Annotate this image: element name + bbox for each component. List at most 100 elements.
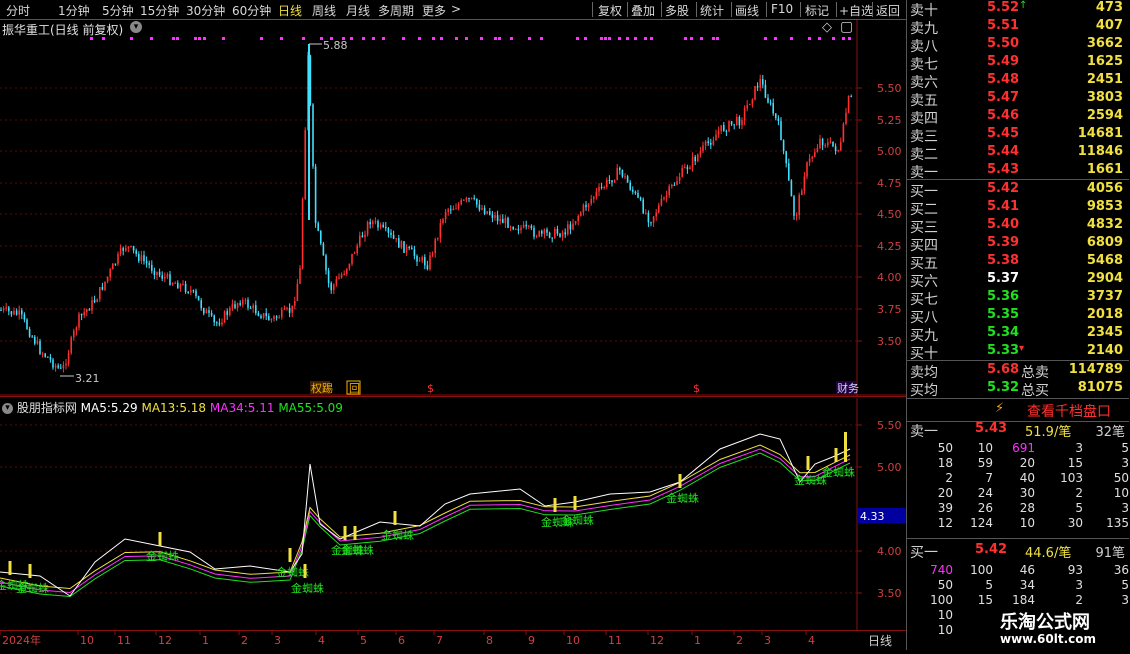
ask-level-6[interactable]: 卖五 5.47 3803 <box>909 90 1127 109</box>
period-tab-fenshi[interactable]: 分时 <box>6 2 30 19</box>
ask-level-1[interactable]: 卖十 5.52 473 ↑ <box>909 0 1127 19</box>
candle-body <box>151 264 153 271</box>
signal-dot <box>644 37 647 40</box>
diamond-icon[interactable]: ◇ <box>822 20 832 35</box>
candle-body <box>41 353 44 355</box>
multi-stock-button[interactable]: 多股 <box>665 2 689 19</box>
signal-bar <box>806 456 810 470</box>
candle-body <box>512 226 514 230</box>
ask-level-volume: 3803 <box>1086 90 1123 105</box>
period-tab-multi[interactable]: 多周期 <box>378 2 414 19</box>
candle-body <box>231 304 234 308</box>
period-tab-daily[interactable]: 日线 <box>278 2 302 19</box>
candle-body <box>366 222 369 235</box>
signal-bar <box>834 448 838 462</box>
bid-level-9[interactable]: 买九 5.34 2345 <box>909 325 1127 344</box>
period-tab-weekly[interactable]: 周线 <box>312 2 336 19</box>
signal-dot <box>176 37 179 40</box>
signal-bar <box>303 564 307 578</box>
bid-level-7[interactable]: 买七 5.36 3737 <box>909 289 1127 308</box>
back-button[interactable]: 返回 <box>876 2 900 19</box>
toolbar-divider <box>592 2 593 17</box>
period-tab-15min[interactable]: 15分钟 <box>140 2 179 19</box>
period-tab-30min[interactable]: 30分钟 <box>186 2 225 19</box>
bid-level-10[interactable]: 买十 5.33 2140 ▾ <box>909 343 1127 362</box>
candle-body <box>434 239 436 254</box>
add-watchlist-button[interactable]: +自选 <box>839 2 873 19</box>
ask-level-3[interactable]: 卖八 5.50 3662 <box>909 36 1127 55</box>
bid-level-2[interactable]: 买二 5.41 9853 <box>909 199 1127 218</box>
candle-body <box>236 303 239 308</box>
queue-cell: 39 <box>937 501 953 515</box>
candle-body <box>723 125 725 131</box>
candle-body <box>702 145 704 152</box>
ask-level-4[interactable]: 卖七 5.49 1625 <box>909 54 1127 73</box>
ask-level-10[interactable]: 卖一 5.43 1661 <box>909 162 1127 181</box>
signal-bar <box>573 496 577 510</box>
candle-body <box>265 313 267 316</box>
period-tab-5min[interactable]: 5分钟 <box>102 2 134 19</box>
candle-body <box>738 117 741 126</box>
draw-line-button[interactable]: 画线 <box>735 2 759 19</box>
bid-level-1[interactable]: 买一 5.42 4056 <box>909 181 1127 200</box>
mark-button[interactable]: 标记 <box>805 2 829 19</box>
period-indicator[interactable]: 日线 <box>868 632 892 649</box>
candle-body <box>676 180 678 185</box>
candle-body <box>824 145 826 147</box>
fuquan-button[interactable]: 复权 <box>598 2 622 19</box>
indicator-chart[interactable]: 5.50 5.00 4.00 3.50 金蜘蛛 金蜘蛛 金蜘蛛 金蜘蛛 金蜘蛛 金蜘蛛 金蜘蛛 金蜘… <box>0 398 906 630</box>
thousand-level-button[interactable]: ⚡ 查看千档盘口 <box>907 398 1129 422</box>
ask-level-7[interactable]: 卖四 5.46 2594 <box>909 108 1127 127</box>
candle-body <box>746 104 748 109</box>
candle-body <box>49 357 52 360</box>
ask-level-5[interactable]: 卖六 5.48 2451 <box>909 72 1127 91</box>
f10-button[interactable]: F10 <box>771 2 793 16</box>
signal-dot <box>690 37 693 40</box>
candlestick-chart[interactable]: 5.50 5.25 5.00 4.75 4.50 4.25 4.00 3.75 3.50 5.8… <box>0 19 906 396</box>
candle-body <box>330 283 332 291</box>
ask-level-9[interactable]: 卖二 5.44 11846 <box>909 144 1127 163</box>
candle-body <box>244 299 247 301</box>
title-dropdown-icon[interactable]: ▾ <box>130 21 142 33</box>
ask-level-volume: 407 <box>1095 18 1123 33</box>
candle-body <box>187 291 189 293</box>
ask-level-price: 5.51 <box>987 18 1020 33</box>
bid-level-3[interactable]: 买三 5.40 4832 <box>909 217 1127 236</box>
bid-level-4[interactable]: 买四 5.39 6809 <box>909 235 1127 254</box>
candle-body <box>736 117 738 125</box>
candle-body <box>647 212 650 223</box>
stats-button[interactable]: 统计 <box>700 2 724 19</box>
bid-level-8[interactable]: 买八 5.35 2018 <box>909 307 1127 326</box>
candle-body <box>665 195 668 198</box>
indicator-dropdown-icon[interactable]: ▾ <box>2 403 13 414</box>
ask-level-2[interactable]: 卖九 5.51 407 <box>909 18 1127 37</box>
candle-body <box>660 198 663 206</box>
signal-dot <box>222 37 225 40</box>
candle-body <box>96 299 98 303</box>
window-toggle-icon[interactable]: ▢ <box>840 19 853 35</box>
period-tab-60min[interactable]: 60分钟 <box>232 2 271 19</box>
more-arrow-icon[interactable]: > <box>451 2 461 16</box>
candle-body <box>255 305 257 314</box>
bid-level-6[interactable]: 买六 5.37 2904 <box>909 271 1127 290</box>
candle-body <box>75 327 78 331</box>
pane-divider <box>0 396 906 397</box>
ask-queue-row: 50 10 691 3 5 <box>907 441 1129 456</box>
indicator-name[interactable]: 股朋指标网 <box>17 401 77 415</box>
period-tab-monthly[interactable]: 月线 <box>346 2 370 19</box>
candle-body <box>541 230 543 234</box>
candle-body <box>460 200 462 205</box>
ask-level-label: 卖六 <box>910 75 938 91</box>
candle-body <box>437 237 439 240</box>
period-tab-1min[interactable]: 1分钟 <box>58 2 90 19</box>
period-tab-more[interactable]: 更多 <box>422 2 446 19</box>
candle-body <box>611 180 613 183</box>
toolbar-divider <box>696 2 697 17</box>
candle-body <box>616 167 618 181</box>
ask-level-label: 卖五 <box>910 93 938 109</box>
bid-level-5[interactable]: 买五 5.38 5468 <box>909 253 1127 272</box>
candle-body <box>390 232 392 235</box>
period-toolbar: 分时 1分钟 5分钟 15分钟 30分钟 60分钟 日线 周线 月线 多周期 更… <box>0 0 906 20</box>
ask-level-8[interactable]: 卖三 5.45 14681 <box>909 126 1127 145</box>
overlay-button[interactable]: 叠加 <box>631 2 655 19</box>
